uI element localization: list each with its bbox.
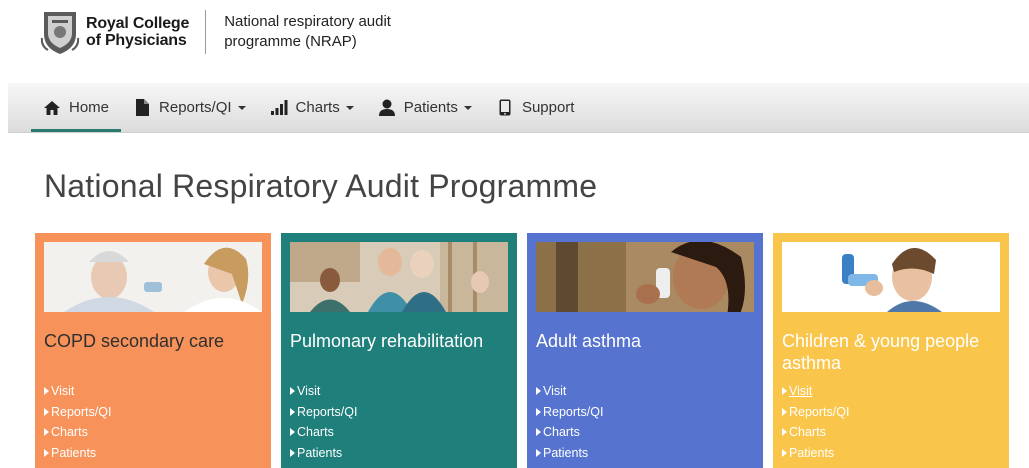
- header-divider: [205, 10, 207, 54]
- caret-right-icon: [44, 387, 49, 396]
- caret-right-icon: [44, 428, 49, 437]
- caret-right-icon: [536, 387, 541, 396]
- crest-icon: [40, 12, 80, 54]
- link-reports[interactable]: Reports/QI: [290, 402, 508, 423]
- link-label[interactable]: Reports/QI: [51, 402, 111, 423]
- nav-support[interactable]: Support: [484, 83, 587, 132]
- card-links: Visit Reports/QI Charts Patients: [536, 381, 754, 463]
- link-reports[interactable]: Reports/QI: [536, 402, 754, 423]
- card-links: Visit Reports/QI Charts Patients: [290, 381, 508, 463]
- chevron-down-icon: [345, 105, 354, 110]
- link-label[interactable]: Visit: [297, 381, 320, 402]
- link-patients[interactable]: Patients: [782, 443, 1000, 464]
- caret-right-icon: [44, 407, 49, 416]
- link-visit[interactable]: Visit: [290, 381, 508, 402]
- nav-support-label: Support: [521, 99, 575, 116]
- link-patients[interactable]: Patients: [44, 443, 262, 464]
- page-title: National Respiratory Audit Programme: [44, 168, 598, 204]
- link-label[interactable]: Patients: [543, 443, 588, 464]
- link-visit[interactable]: Visit: [44, 381, 262, 402]
- link-label[interactable]: Reports/QI: [297, 402, 357, 423]
- org-name-line1: Royal College: [86, 15, 190, 32]
- card-title: Adult asthma: [536, 331, 642, 351]
- caret-right-icon: [782, 407, 787, 416]
- link-label[interactable]: Charts: [789, 422, 826, 443]
- card-links: Visit Reports/QI Charts Patients: [782, 381, 1000, 463]
- link-reports[interactable]: Reports/QI: [782, 402, 1000, 423]
- link-charts[interactable]: Charts: [782, 422, 1000, 443]
- chevron-down-icon: [463, 105, 472, 110]
- caret-right-icon: [290, 407, 295, 416]
- link-label[interactable]: Visit: [51, 381, 74, 402]
- link-patients[interactable]: Patients: [536, 443, 754, 464]
- nav-reports[interactable]: Reports/QI: [121, 83, 258, 132]
- programme-line1: National respiratory audit: [224, 13, 391, 30]
- link-label[interactable]: Charts: [543, 422, 580, 443]
- caret-right-icon: [536, 407, 541, 416]
- link-patients[interactable]: Patients: [290, 443, 508, 464]
- card-children-asthma[interactable]: Children & young people asthma Visit Rep…: [773, 233, 1009, 468]
- link-label[interactable]: Patients: [51, 443, 96, 464]
- link-charts[interactable]: Charts: [44, 422, 262, 443]
- nav-charts-label: Charts: [295, 99, 340, 116]
- caret-right-icon: [782, 428, 787, 437]
- nav-home[interactable]: Home: [31, 83, 122, 132]
- programme-name: National respiratory audit programme (NR…: [224, 12, 444, 52]
- link-visit[interactable]: Visit: [536, 381, 754, 402]
- adult-asthma-photo: [536, 242, 754, 312]
- card-adult-asthma[interactable]: Adult asthma Visit Reports/QI Charts Pat…: [527, 233, 763, 468]
- site-header: Royal College of Physicians National res…: [40, 6, 444, 58]
- link-label[interactable]: Charts: [51, 422, 88, 443]
- nav-charts[interactable]: Charts: [258, 83, 366, 132]
- caret-right-icon: [290, 428, 295, 437]
- card-pulmonary-rehab[interactable]: Pulmonary rehabilitation Visit Reports/Q…: [281, 233, 517, 468]
- link-label[interactable]: Patients: [297, 443, 342, 464]
- programme-line2: programme (NRAP): [224, 33, 357, 50]
- phone-icon: [496, 99, 514, 117]
- link-label[interactable]: Reports/QI: [789, 402, 849, 423]
- org-name-line2: of Physicians: [86, 32, 187, 49]
- pulmonary-rehab-photo: [290, 242, 508, 312]
- caret-right-icon: [290, 448, 295, 457]
- caret-right-icon: [536, 448, 541, 457]
- link-visit[interactable]: Visit: [782, 381, 1000, 402]
- nav-patients-label: Patients: [403, 99, 458, 116]
- link-label[interactable]: Reports/QI: [543, 402, 603, 423]
- caret-right-icon: [782, 387, 787, 396]
- copd-photo: [44, 242, 262, 312]
- document-icon: [133, 99, 151, 117]
- card-title: Pulmonary rehabilitation: [290, 331, 484, 351]
- children-asthma-photo: [782, 242, 1000, 312]
- audit-cards: COPD secondary care Visit Reports/QI Cha…: [35, 233, 1009, 468]
- user-icon: [378, 99, 396, 117]
- link-reports[interactable]: Reports/QI: [44, 402, 262, 423]
- link-charts[interactable]: Charts: [290, 422, 508, 443]
- card-title: COPD secondary care: [44, 331, 225, 351]
- caret-right-icon: [44, 448, 49, 457]
- card-links: Visit Reports/QI Charts Patients: [44, 381, 262, 463]
- rcp-logo[interactable]: Royal College of Physicians: [40, 8, 189, 56]
- nav-home-label: Home: [69, 99, 110, 116]
- bar-chart-icon: [270, 99, 288, 117]
- home-icon: [43, 99, 61, 117]
- nav-patients[interactable]: Patients: [366, 83, 484, 132]
- link-label[interactable]: Visit: [543, 381, 566, 402]
- org-name: Royal College of Physicians: [86, 15, 189, 49]
- nav-reports-label: Reports/QI: [159, 99, 232, 116]
- link-label[interactable]: Charts: [297, 422, 334, 443]
- link-charts[interactable]: Charts: [536, 422, 754, 443]
- card-copd[interactable]: COPD secondary care Visit Reports/QI Cha…: [35, 233, 271, 468]
- card-title: Children & young people asthma: [782, 331, 980, 373]
- caret-right-icon: [782, 448, 787, 457]
- caret-right-icon: [290, 387, 295, 396]
- main-nav: Home Reports/QI Charts Patients Support: [8, 83, 1029, 133]
- chevron-down-icon: [237, 105, 246, 110]
- caret-right-icon: [536, 428, 541, 437]
- link-label[interactable]: Visit: [789, 381, 812, 402]
- link-label[interactable]: Patients: [789, 443, 834, 464]
